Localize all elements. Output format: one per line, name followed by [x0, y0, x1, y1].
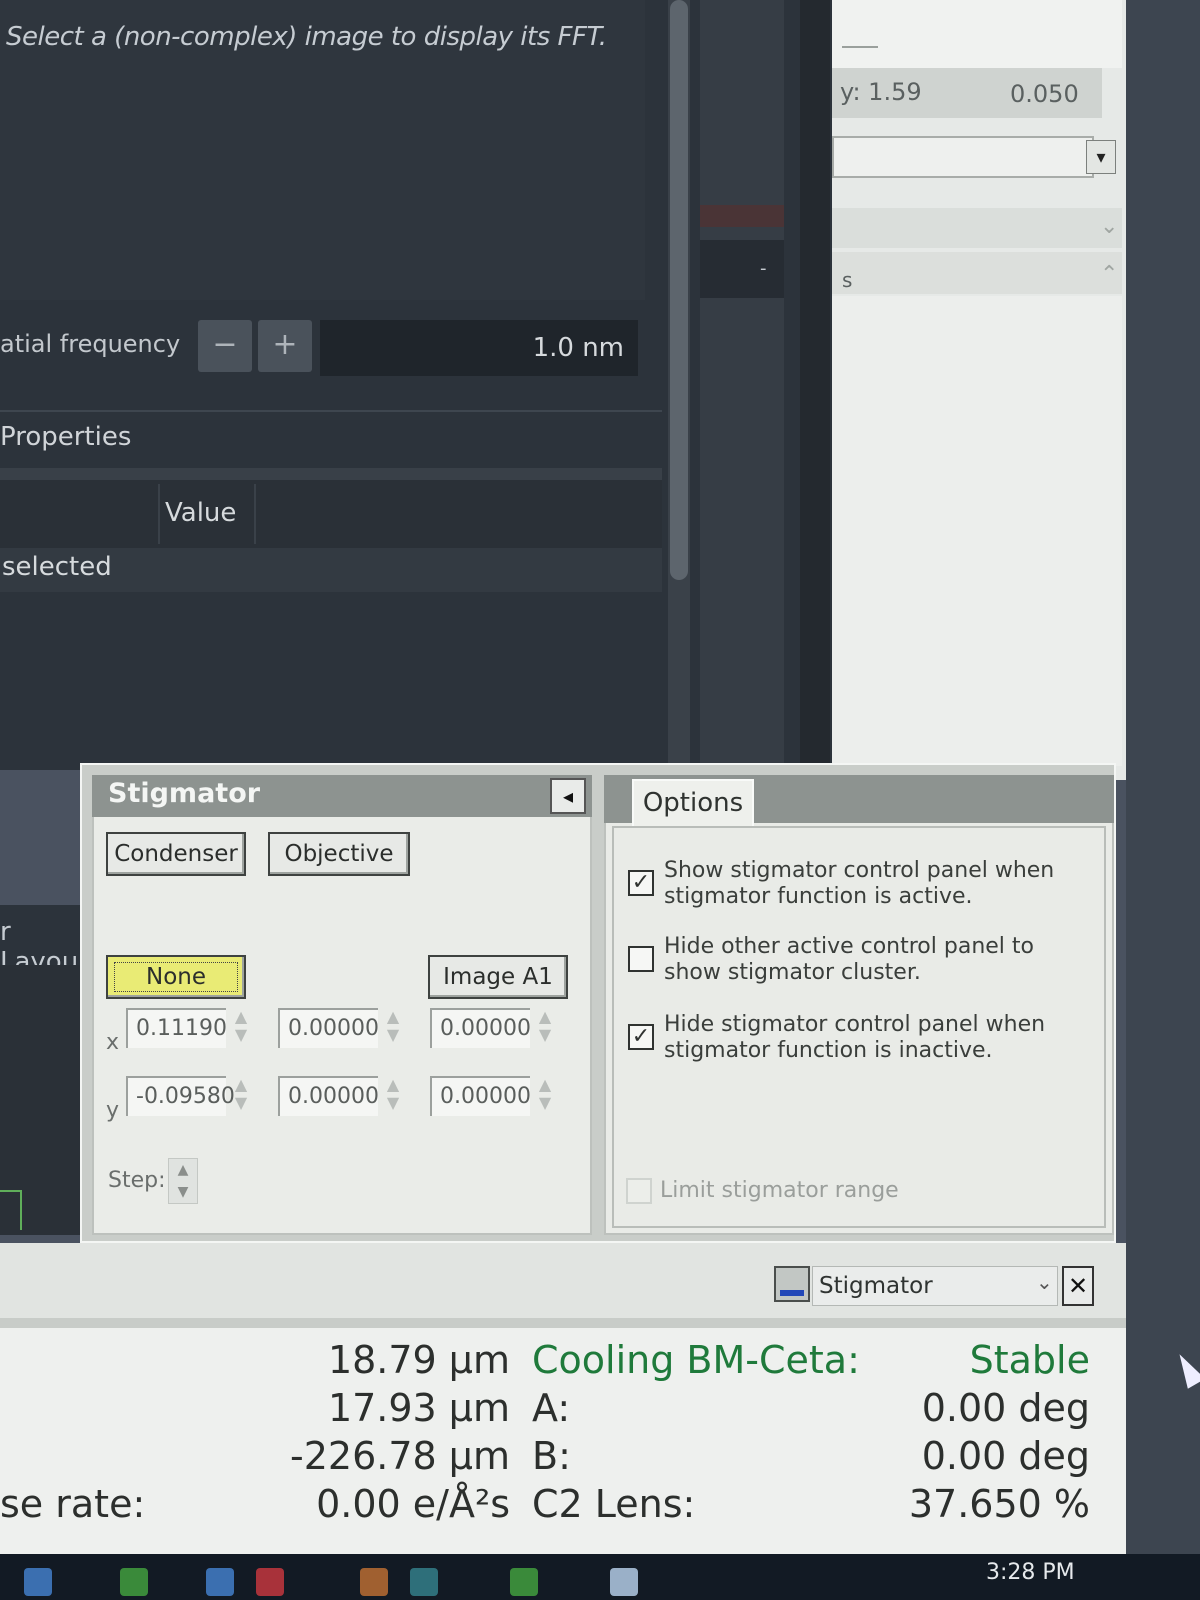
cooling-label: Cooling BM-Ceta:	[532, 1338, 860, 1382]
side-button-label: -	[760, 258, 767, 279]
dropdown-arrow-icon[interactable]: ▾	[1086, 140, 1116, 174]
spin-arrows-icon[interactable]: ▲ ▼	[382, 1076, 404, 1116]
stigmator-x-field-2[interactable]: 0.00000	[278, 1008, 379, 1048]
divider	[0, 468, 662, 480]
side-toolbar	[700, 0, 784, 770]
limit-stigmator-range-checkbox[interactable]	[626, 1178, 652, 1204]
status-value: 17.93 µm	[327, 1386, 510, 1430]
alpha-label: A:	[532, 1386, 571, 1430]
spin-arrows-icon[interactable]: ▲ ▼	[382, 1008, 404, 1048]
stigmator-x-field-3[interactable]: 0.00000	[430, 1008, 531, 1048]
spin-arrows-icon[interactable]: ▲ ▼	[230, 1076, 252, 1116]
scrollbar-thumb[interactable]	[670, 0, 688, 580]
hide-other-panel-checkbox[interactable]	[628, 946, 654, 972]
step-spinner[interactable]: ▲ ▼	[168, 1158, 198, 1204]
status-value: 0.00 e/Å²s	[316, 1482, 510, 1526]
stigmator-title: Stigmator	[108, 778, 261, 809]
check-icon[interactable]	[120, 1568, 148, 1596]
panel-icon-accent	[780, 1290, 804, 1296]
hide-panel-when-inactive-label: Hide stigmator control panel when stigma…	[664, 1012, 1046, 1063]
spatial-frequency-field[interactable]: 1.0 nm	[320, 320, 638, 376]
stigmator-y-field-1[interactable]: -0.09580	[126, 1076, 235, 1116]
chevron-up-icon[interactable]: ⌃	[1100, 262, 1118, 287]
divider	[0, 1318, 1126, 1328]
app-icon[interactable]	[410, 1568, 438, 1596]
y-axis-label: y	[106, 1098, 120, 1123]
c2-lens-label: C2 Lens:	[532, 1482, 696, 1526]
plot-trace	[0, 1190, 22, 1230]
stigmator-y-field-3[interactable]: 0.00000	[430, 1076, 531, 1116]
expanded-section-header[interactable]	[832, 252, 1122, 294]
alpha-value: 0.00 deg	[921, 1386, 1090, 1430]
app-icon[interactable]	[360, 1568, 388, 1596]
right-panel-body	[832, 296, 1122, 766]
spatial-frequency-increase-button[interactable]: +	[258, 320, 312, 372]
app-icon[interactable]	[206, 1568, 234, 1596]
beta-label: B:	[532, 1434, 571, 1478]
properties-table-header	[0, 480, 662, 548]
focus-rectangle	[114, 962, 238, 992]
condenser-button[interactable]: Condenser	[106, 832, 246, 876]
beta-value: 0.00 deg	[921, 1434, 1090, 1478]
stigmator-x-field-1[interactable]: 0.11190	[126, 1008, 227, 1048]
dose-rate-label: se rate:	[0, 1482, 146, 1526]
readout-y-value: y: 1.59	[840, 78, 922, 106]
c2-lens-value: 37.650 %	[908, 1482, 1090, 1526]
chevron-down-icon[interactable]: ⌄	[1100, 214, 1118, 239]
objective-button[interactable]: Objective	[268, 832, 410, 876]
app-icon[interactable]	[24, 1568, 52, 1596]
app-icon[interactable]	[610, 1568, 638, 1596]
hide-panel-when-inactive-checkbox[interactable]: ✓	[628, 1024, 654, 1050]
layout-label: r Layou	[0, 905, 82, 977]
chevron-down-icon[interactable]: ⌄	[1036, 1270, 1053, 1294]
properties-row-text: selected	[2, 552, 112, 582]
stigmator-y-field-2[interactable]: 0.00000	[278, 1076, 379, 1116]
hide-other-panel-label: Hide other active control panel to show …	[664, 934, 1034, 985]
collapsed-section-header[interactable]	[832, 208, 1122, 248]
cooling-status: Stable	[969, 1338, 1090, 1382]
status-value: 18.79 µm	[327, 1338, 510, 1382]
spin-arrows-icon[interactable]: ▲ ▼	[534, 1076, 556, 1116]
limit-stigmator-range-label: Limit stigmator range	[660, 1178, 899, 1203]
collapse-arrow-icon[interactable]: ◂	[550, 778, 586, 814]
tab-options[interactable]: Options	[632, 779, 754, 827]
app-icon[interactable]	[510, 1568, 538, 1596]
image-a1-button[interactable]: Image A1	[428, 955, 568, 999]
fft-hint-text: Select a (non-complex) image to display …	[6, 22, 607, 52]
divider	[0, 410, 662, 412]
properties-title: Properties	[0, 422, 132, 452]
right-panel-dropdown[interactable]	[832, 136, 1094, 178]
section-label: s	[842, 268, 853, 292]
clock-time: 3:28 PM	[986, 1560, 1075, 1585]
close-icon[interactable]: ✕	[1062, 1266, 1094, 1306]
side-button[interactable]	[700, 240, 784, 298]
app-icon[interactable]	[256, 1568, 284, 1596]
divider	[842, 46, 878, 48]
spin-arrows-icon[interactable]: ▲ ▼	[230, 1008, 252, 1048]
panel-icon[interactable]	[774, 1266, 810, 1302]
spatial-frequency-decrease-button[interactable]: −	[198, 320, 252, 372]
show-panel-when-active-checkbox[interactable]: ✓	[628, 870, 654, 896]
column-divider	[254, 484, 256, 544]
spin-arrows-icon[interactable]: ▲ ▼	[534, 1008, 556, 1048]
column-divider	[158, 484, 160, 544]
right-panel-header	[832, 0, 1122, 68]
indicator-bar	[700, 205, 784, 227]
control-panel-dropdown[interactable]: Stigmator	[812, 1266, 1058, 1306]
show-panel-when-active-label: Show stigmator control panel when stigma…	[664, 858, 1055, 909]
x-axis-label: x	[106, 1030, 120, 1055]
properties-value-column-header[interactable]: Value	[165, 498, 236, 528]
status-value: -226.78 µm	[290, 1434, 510, 1478]
readout-value: 0.050	[1010, 80, 1079, 108]
step-label: Step:	[108, 1168, 166, 1193]
window-edge	[800, 0, 830, 770]
spatial-frequency-label: atial frequency	[0, 330, 181, 358]
